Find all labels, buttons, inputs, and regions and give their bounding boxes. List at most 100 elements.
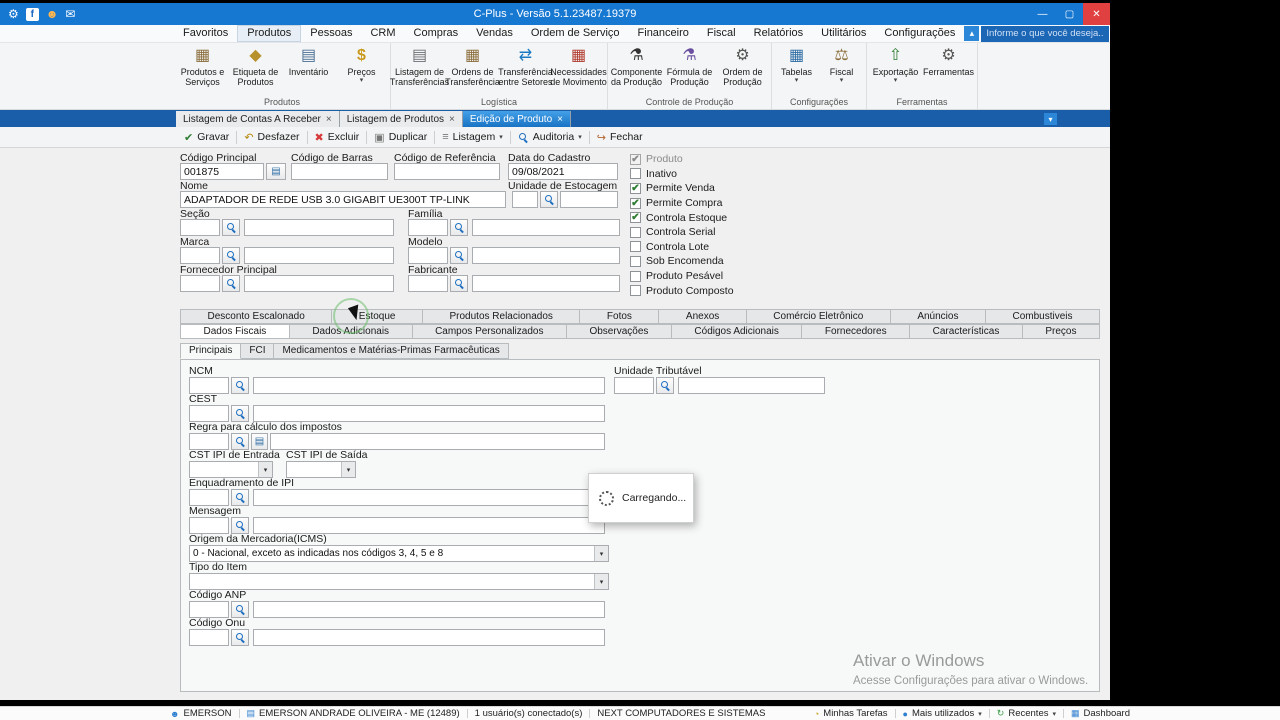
ncm-code-input[interactable] — [189, 377, 229, 394]
tab-principais[interactable]: Principais — [180, 343, 242, 359]
codigo-card-button[interactable]: ▤ — [266, 163, 286, 180]
cest-description-field[interactable] — [253, 405, 605, 422]
cst-ipi-entrada-select[interactable]: ▾ — [189, 461, 273, 478]
unidade-tributavel-code-input[interactable] — [614, 377, 654, 394]
codigo-anp-description-field[interactable] — [253, 601, 605, 618]
tab-campos-personalizados[interactable]: Campos Personalizados — [412, 324, 567, 339]
auditoria-button[interactable]: Auditoria ▾ — [512, 128, 588, 147]
menu-tab-compras[interactable]: Compras — [405, 25, 468, 42]
marca-code-input[interactable] — [180, 247, 220, 264]
tab-comercio-eletronico[interactable]: Comércio Eletrônico — [746, 309, 891, 324]
desfazer-button[interactable]: ↶ Desfazer — [238, 128, 305, 147]
ribbon-button-tabelas[interactable]: ▦ Tabelas ▾ — [774, 44, 819, 85]
checkbox-permite-venda[interactable]: ✔ Permite Venda — [630, 181, 734, 196]
regra-description-field[interactable] — [270, 433, 605, 450]
menu-tab-vendas[interactable]: Vendas — [467, 25, 522, 42]
ribbon-button-fiscal[interactable]: ⚖ Fiscal ▾ — [819, 44, 864, 85]
ribbon-button-etiqueta-de-produtos[interactable]: ◆ Etiqueta de Produtos — [229, 44, 282, 87]
tipo-do-item-select[interactable]: ▾ — [189, 573, 609, 590]
checkbox-inativo[interactable]: Inativo — [630, 167, 734, 182]
marca-search-button[interactable] — [222, 247, 240, 264]
checkbox-controla-serial[interactable]: Controla Serial — [630, 225, 734, 240]
ribbon-button-exportacao[interactable]: ⇧ Exportação ▾ — [869, 44, 922, 85]
familia-search-button[interactable] — [450, 219, 468, 236]
secao-description-field[interactable] — [244, 219, 394, 236]
fornecedor-description-field[interactable] — [244, 275, 394, 292]
user-icon[interactable]: ☻ — [46, 7, 59, 21]
tab-precos[interactable]: Preços — [1022, 324, 1100, 339]
collapse-ribbon-icon[interactable]: ▴ — [964, 26, 980, 41]
checkbox-permite-compra[interactable]: ✔ Permite Compra — [630, 196, 734, 211]
fabricante-description-field[interactable] — [472, 275, 620, 292]
familia-code-input[interactable] — [408, 219, 448, 236]
ncm-description-field[interactable] — [253, 377, 605, 394]
tab-fornecedores[interactable]: Fornecedores — [802, 324, 911, 339]
menu-tab-produtos[interactable]: Produtos — [237, 25, 302, 42]
fornecedor-code-input[interactable] — [180, 275, 220, 292]
minimize-button[interactable]: — — [1029, 3, 1056, 25]
ribbon-button-formula-de-producao[interactable]: ⚗ Fórmula de Produção — [663, 44, 716, 87]
tab-anexos[interactable]: Anexos — [659, 309, 747, 324]
origem-mercadoria-select[interactable]: 0 - Nacional, exceto as indicadas nos có… — [189, 545, 609, 562]
codigo-onu-code-input[interactable] — [189, 629, 229, 646]
tab-fotos[interactable]: Fotos — [580, 309, 660, 324]
doc-tab-listagem-de-produtos[interactable]: Listagem de Produtos × — [339, 111, 463, 127]
data-cadastro-input[interactable] — [508, 163, 618, 180]
mais-utilizados-button[interactable]: ● Mais utilizados ▾ — [903, 708, 982, 719]
minhas-tarefas-button[interactable]: ◔ Minhas Tarefas — [814, 708, 888, 719]
codigo-anp-code-input[interactable] — [189, 601, 229, 618]
mensagem-code-input[interactable] — [189, 517, 229, 534]
menu-tab-configuracoes[interactable]: Configurações — [875, 25, 964, 42]
tab-fci[interactable]: FCI — [241, 343, 275, 359]
duplicar-button[interactable]: ▣ Duplicar — [368, 128, 433, 147]
listagem-button[interactable]: ≡ Listagem ▾ — [436, 128, 509, 147]
codigo-onu-description-field[interactable] — [253, 629, 605, 646]
recentes-button[interactable]: ↻ Recentes ▾ — [997, 708, 1056, 719]
menu-tab-financeiro[interactable]: Financeiro — [629, 25, 698, 42]
tab-dados-fiscais[interactable]: Dados Fiscais — [180, 324, 290, 339]
unidade-estocagem-description-field[interactable] — [560, 191, 618, 208]
doc-tab-edicao-de-produto[interactable]: Edição de Produto × — [462, 111, 571, 127]
familia-description-field[interactable] — [472, 219, 620, 236]
maximize-button[interactable]: ▢ — [1056, 3, 1083, 25]
regra-search-button[interactable] — [231, 433, 249, 450]
enquadramento-code-input[interactable] — [189, 489, 229, 506]
menu-tab-utilitarios[interactable]: Utilitários — [812, 25, 875, 42]
cst-ipi-saida-select[interactable]: ▾ — [286, 461, 356, 478]
doc-tab-listagem-de-contas-a-receber[interactable]: Listagem de Contas A Receber × — [176, 111, 340, 127]
tab-anuncios[interactable]: Anúncios — [890, 309, 986, 324]
menu-tab-relatorios[interactable]: Relatórios — [745, 25, 813, 42]
codigo-principal-input[interactable] — [180, 163, 264, 180]
codigo-anp-search-button[interactable] — [231, 601, 249, 618]
checkbox-controla-lote[interactable]: Controla Lote — [630, 240, 734, 255]
modelo-search-button[interactable] — [450, 247, 468, 264]
checkbox-produto-pesavel[interactable]: Produto Pesável — [630, 269, 734, 284]
fechar-button[interactable]: ↪ Fechar — [591, 128, 649, 147]
regra-code-input[interactable] — [189, 433, 229, 450]
menu-tab-fiscal[interactable]: Fiscal — [698, 25, 745, 42]
mensagem-description-field[interactable] — [253, 517, 605, 534]
unidade-estocagem-code-input[interactable] — [512, 191, 538, 208]
menu-tab-favoritos[interactable]: Favoritos — [174, 25, 237, 42]
ribbon-button-ordens-de-transferencia[interactable]: ▦ Ordens de Transferência — [445, 44, 500, 87]
tab-produtos-relacionados[interactable]: Produtos Relacionados — [423, 309, 581, 324]
tab-observacoes[interactable]: Observações — [566, 324, 672, 339]
secao-search-button[interactable] — [222, 219, 240, 236]
fabricante-search-button[interactable] — [450, 275, 468, 292]
menu-tab-crm[interactable]: CRM — [361, 25, 404, 42]
gear-icon[interactable]: ⚙ — [8, 7, 19, 21]
gravar-button[interactable]: ✔ Gravar — [178, 128, 235, 147]
tab-list-button[interactable]: ▾ — [1044, 113, 1057, 125]
close-tab-icon[interactable]: × — [326, 114, 332, 125]
tab-caracteristicas[interactable]: Características — [910, 324, 1023, 339]
ribbon-button-ordem-de-producao[interactable]: ⚙ Ordem de Produção — [716, 44, 769, 87]
regra-new-doc-button[interactable]: ▤ — [251, 433, 268, 450]
dashboard-button[interactable]: ▦ Dashboard — [1071, 708, 1130, 719]
cest-search-button[interactable] — [231, 405, 249, 422]
chat-icon[interactable]: ✉ — [65, 7, 75, 21]
close-button[interactable]: ✕ — [1083, 3, 1110, 25]
excluir-button[interactable]: ✖ Excluir — [309, 128, 366, 147]
menu-tab-pessoas[interactable]: Pessoas — [301, 25, 361, 42]
ribbon-button-precos[interactable]: $ Preços ▾ — [335, 44, 388, 85]
modelo-code-input[interactable] — [408, 247, 448, 264]
